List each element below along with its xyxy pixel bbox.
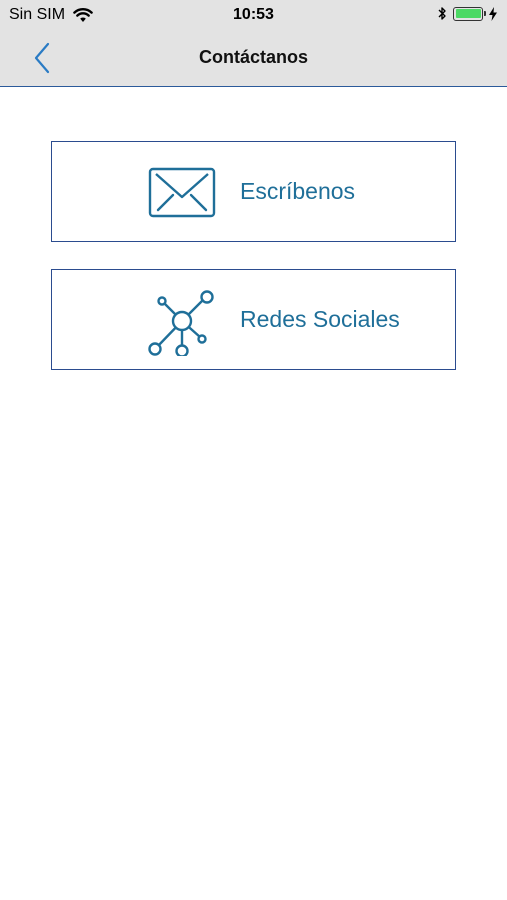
social-networks-button[interactable]: Redes Sociales	[51, 269, 456, 370]
page-title: Contáctanos	[198, 47, 308, 67]
write-us-button[interactable]: Escríbenos	[51, 141, 456, 242]
battery-cap	[484, 11, 486, 16]
network-icon	[148, 290, 214, 356]
write-us-label: Escríbenos	[240, 178, 356, 204]
battery-fill	[455, 9, 481, 18]
social-networks-label: Redes Sociales	[240, 306, 400, 332]
status-bar: Sin SIM 10:53	[0, 0, 507, 30]
charging-icon	[489, 6, 497, 21]
bluetooth-icon	[438, 7, 446, 20]
status-right-group	[437, 6, 497, 21]
screen: Sin SIM 10:53 Contáctanos Escríbenos Red…	[0, 0, 507, 900]
envelope-icon	[148, 167, 216, 218]
status-time: 10:53	[233, 6, 274, 23]
battery-icon	[453, 6, 486, 21]
navigation-bar: Contáctanos	[0, 30, 507, 87]
